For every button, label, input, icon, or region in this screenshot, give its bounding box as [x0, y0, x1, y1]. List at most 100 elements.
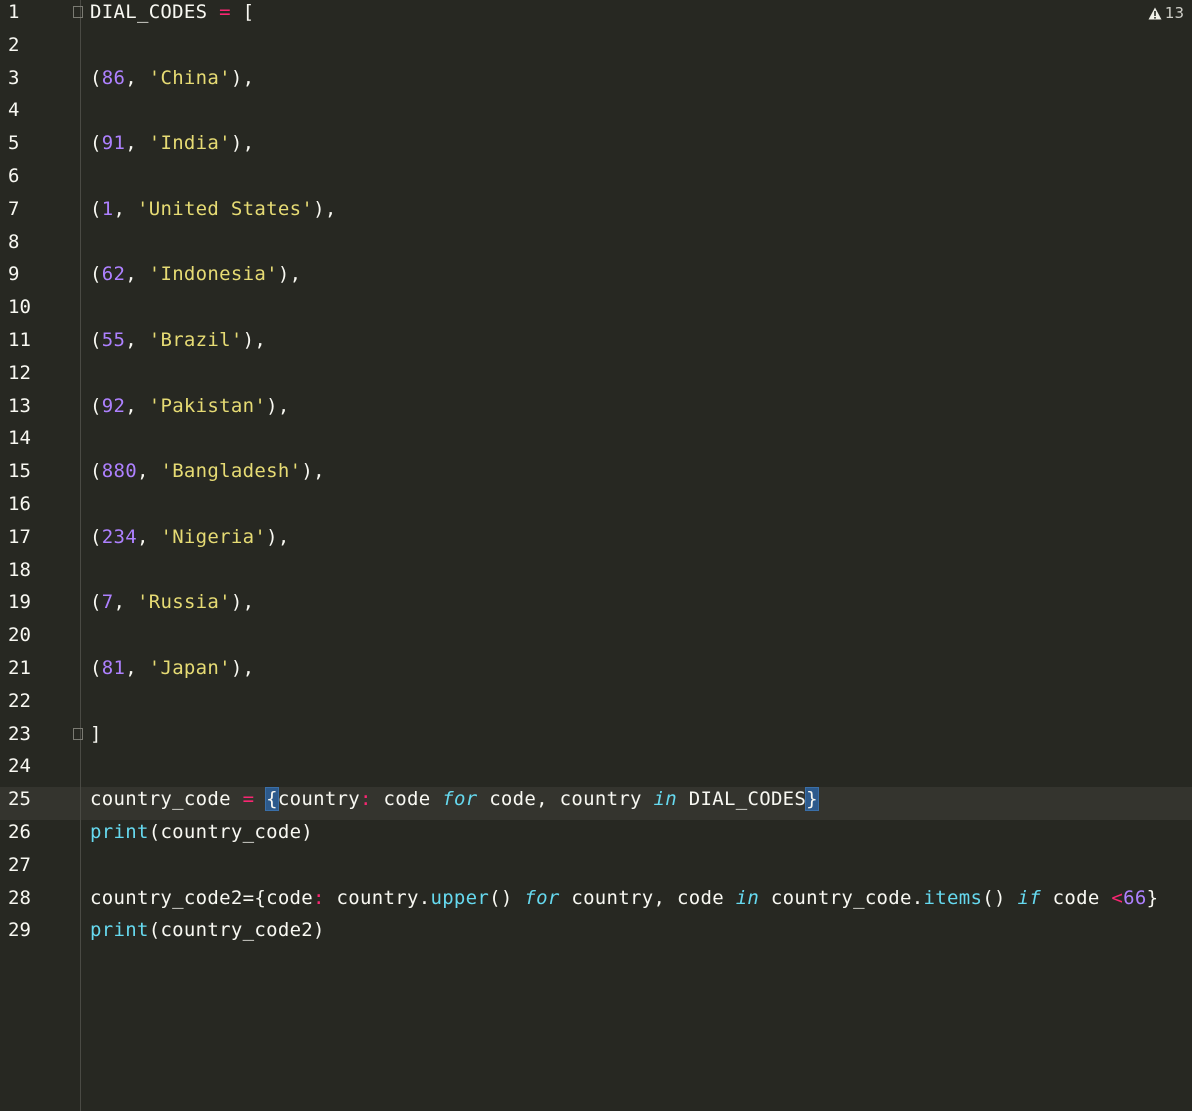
code-token: ( [90, 591, 102, 614]
code-line[interactable]: (81, 'Japan'), [81, 656, 1192, 689]
code-token: < [1111, 886, 1124, 909]
code-line[interactable]: country_code2={code: country.upper() for… [81, 886, 1192, 919]
code-line[interactable] [81, 754, 1192, 787]
line-number: 29 [8, 919, 31, 942]
code-token: } [805, 787, 819, 812]
code-line[interactable] [81, 558, 1192, 591]
code-token: 86 [101, 66, 126, 89]
code-token: 'Japan' [148, 657, 231, 679]
code-token: : [360, 788, 372, 811]
code-line-text: (86, 'China'), [90, 66, 254, 90]
code-line[interactable]: (7, 'Russia'), [81, 590, 1192, 623]
code-token: ( [90, 657, 102, 679]
code-line[interactable]: (86, 'China'), [81, 66, 1192, 99]
code-token: 'United States' [136, 197, 314, 220]
code-line-text: country_code2={code: country.upper() for… [90, 886, 1158, 910]
code-token: ), [266, 525, 290, 548]
code-line[interactable] [81, 33, 1192, 66]
code-token: , [125, 657, 149, 679]
warnings-indicator[interactable]: 13 [1148, 4, 1184, 22]
line-number: 14 [8, 427, 31, 450]
code-line[interactable] [81, 623, 1192, 656]
code-line[interactable]: (234, 'Nigeria'), [81, 525, 1192, 558]
line-number: 21 [8, 657, 31, 679]
code-line-text: DIAL_CODES = [ [90, 0, 254, 24]
line-number: 11 [8, 329, 31, 351]
code-token: 'Brazil' [148, 329, 243, 351]
code-token: country. [324, 886, 431, 909]
line-number-gutter: 1 2 3 4 5 6 7 8 9 10 11 12 13 14 15 16 17 18 19 20 21 22 23 24 2… [0, 0, 81, 1111]
code-line[interactable] [81, 426, 1192, 459]
code-line-text: ] [90, 722, 102, 746]
code-token: ), [313, 197, 337, 220]
code-line[interactable] [81, 689, 1192, 722]
code-token: ), [230, 66, 255, 89]
code-token: , [136, 525, 161, 548]
line-number: 18 [8, 558, 31, 581]
fold-marker-icon[interactable] [73, 6, 83, 18]
code-token: 92 [101, 394, 126, 417]
line-number: 13 [8, 394, 31, 417]
code-token: , [125, 66, 149, 89]
code-token: code, country [477, 788, 654, 811]
code-token: country_code [90, 788, 243, 811]
code-line[interactable]: country_code = {country: code for code, … [81, 787, 1192, 820]
code-line[interactable]: print(country_code2) [81, 918, 1192, 951]
code-editor[interactable]: 1 2 3 4 5 6 7 8 9 10 11 12 13 14 15 16 17 18 19 20 21 22 23 24 2… [0, 0, 1192, 1111]
code-line[interactable] [81, 492, 1192, 525]
code-token: ( [90, 394, 102, 417]
code-token: 'Russia' [136, 591, 231, 614]
code-token: 'India' [148, 132, 231, 155]
code-token: 55 [101, 329, 126, 351]
code-line-text: (91, 'India'), [90, 131, 254, 155]
code-line[interactable] [81, 98, 1192, 131]
code-token: (country_code2) [148, 919, 325, 942]
code-line[interactable] [81, 164, 1192, 197]
code-token: , [113, 591, 137, 614]
code-token: DIAL_CODES [677, 788, 807, 811]
code-line[interactable]: (92, 'Pakistan'), [81, 394, 1192, 427]
line-number: 28 [8, 886, 31, 909]
code-line[interactable]: (55, 'Brazil'), [81, 328, 1192, 361]
code-line-text: (81, 'Japan'), [90, 656, 254, 680]
line-number: 5 [8, 132, 20, 155]
code-line[interactable]: ] [81, 722, 1192, 755]
line-number: 27 [8, 853, 31, 876]
code-line[interactable]: print(country_code) [81, 820, 1192, 853]
code-token: , [125, 394, 149, 417]
code-line[interactable]: (880, 'Bangladesh'), [81, 459, 1192, 492]
code-token: ), [230, 132, 255, 155]
code-token: ( [90, 132, 102, 155]
code-line[interactable]: (62, 'Indonesia'), [81, 262, 1192, 295]
code-token: , [125, 132, 149, 155]
line-number: 15 [8, 460, 31, 483]
code-token: upper [430, 886, 490, 909]
line-number: 6 [8, 165, 20, 187]
line-number: 10 [8, 296, 31, 319]
code-area[interactable]: DIAL_CODES = [(86, 'China'), (91, 'India'… [73, 0, 1192, 1111]
code-line[interactable]: DIAL_CODES = [ [81, 0, 1192, 33]
code-line[interactable]: (1, 'United States'), [81, 197, 1192, 230]
code-line[interactable] [81, 295, 1192, 328]
code-token: ), [230, 591, 255, 614]
code-token: ), [301, 460, 325, 483]
code-token: } [1146, 886, 1159, 909]
line-number: 22 [8, 689, 31, 712]
code-line-text: print(country_code) [90, 820, 313, 844]
fold-marker-icon[interactable] [73, 727, 83, 740]
code-line[interactable] [81, 853, 1192, 886]
code-token: print [90, 919, 149, 942]
code-token: { [265, 787, 279, 812]
code-line-text: print(country_code2) [90, 918, 325, 942]
code-line[interactable] [81, 230, 1192, 263]
code-token: 91 [101, 132, 126, 155]
line-number: 4 [8, 99, 20, 122]
code-line-text: (1, 'United States'), [90, 197, 337, 221]
code-token: 81 [101, 657, 126, 679]
code-line[interactable]: (91, 'India'), [81, 131, 1192, 164]
code-token: ), [242, 329, 267, 351]
code-token: for [442, 788, 478, 811]
code-token: 'China' [148, 66, 231, 89]
code-line[interactable] [81, 361, 1192, 394]
